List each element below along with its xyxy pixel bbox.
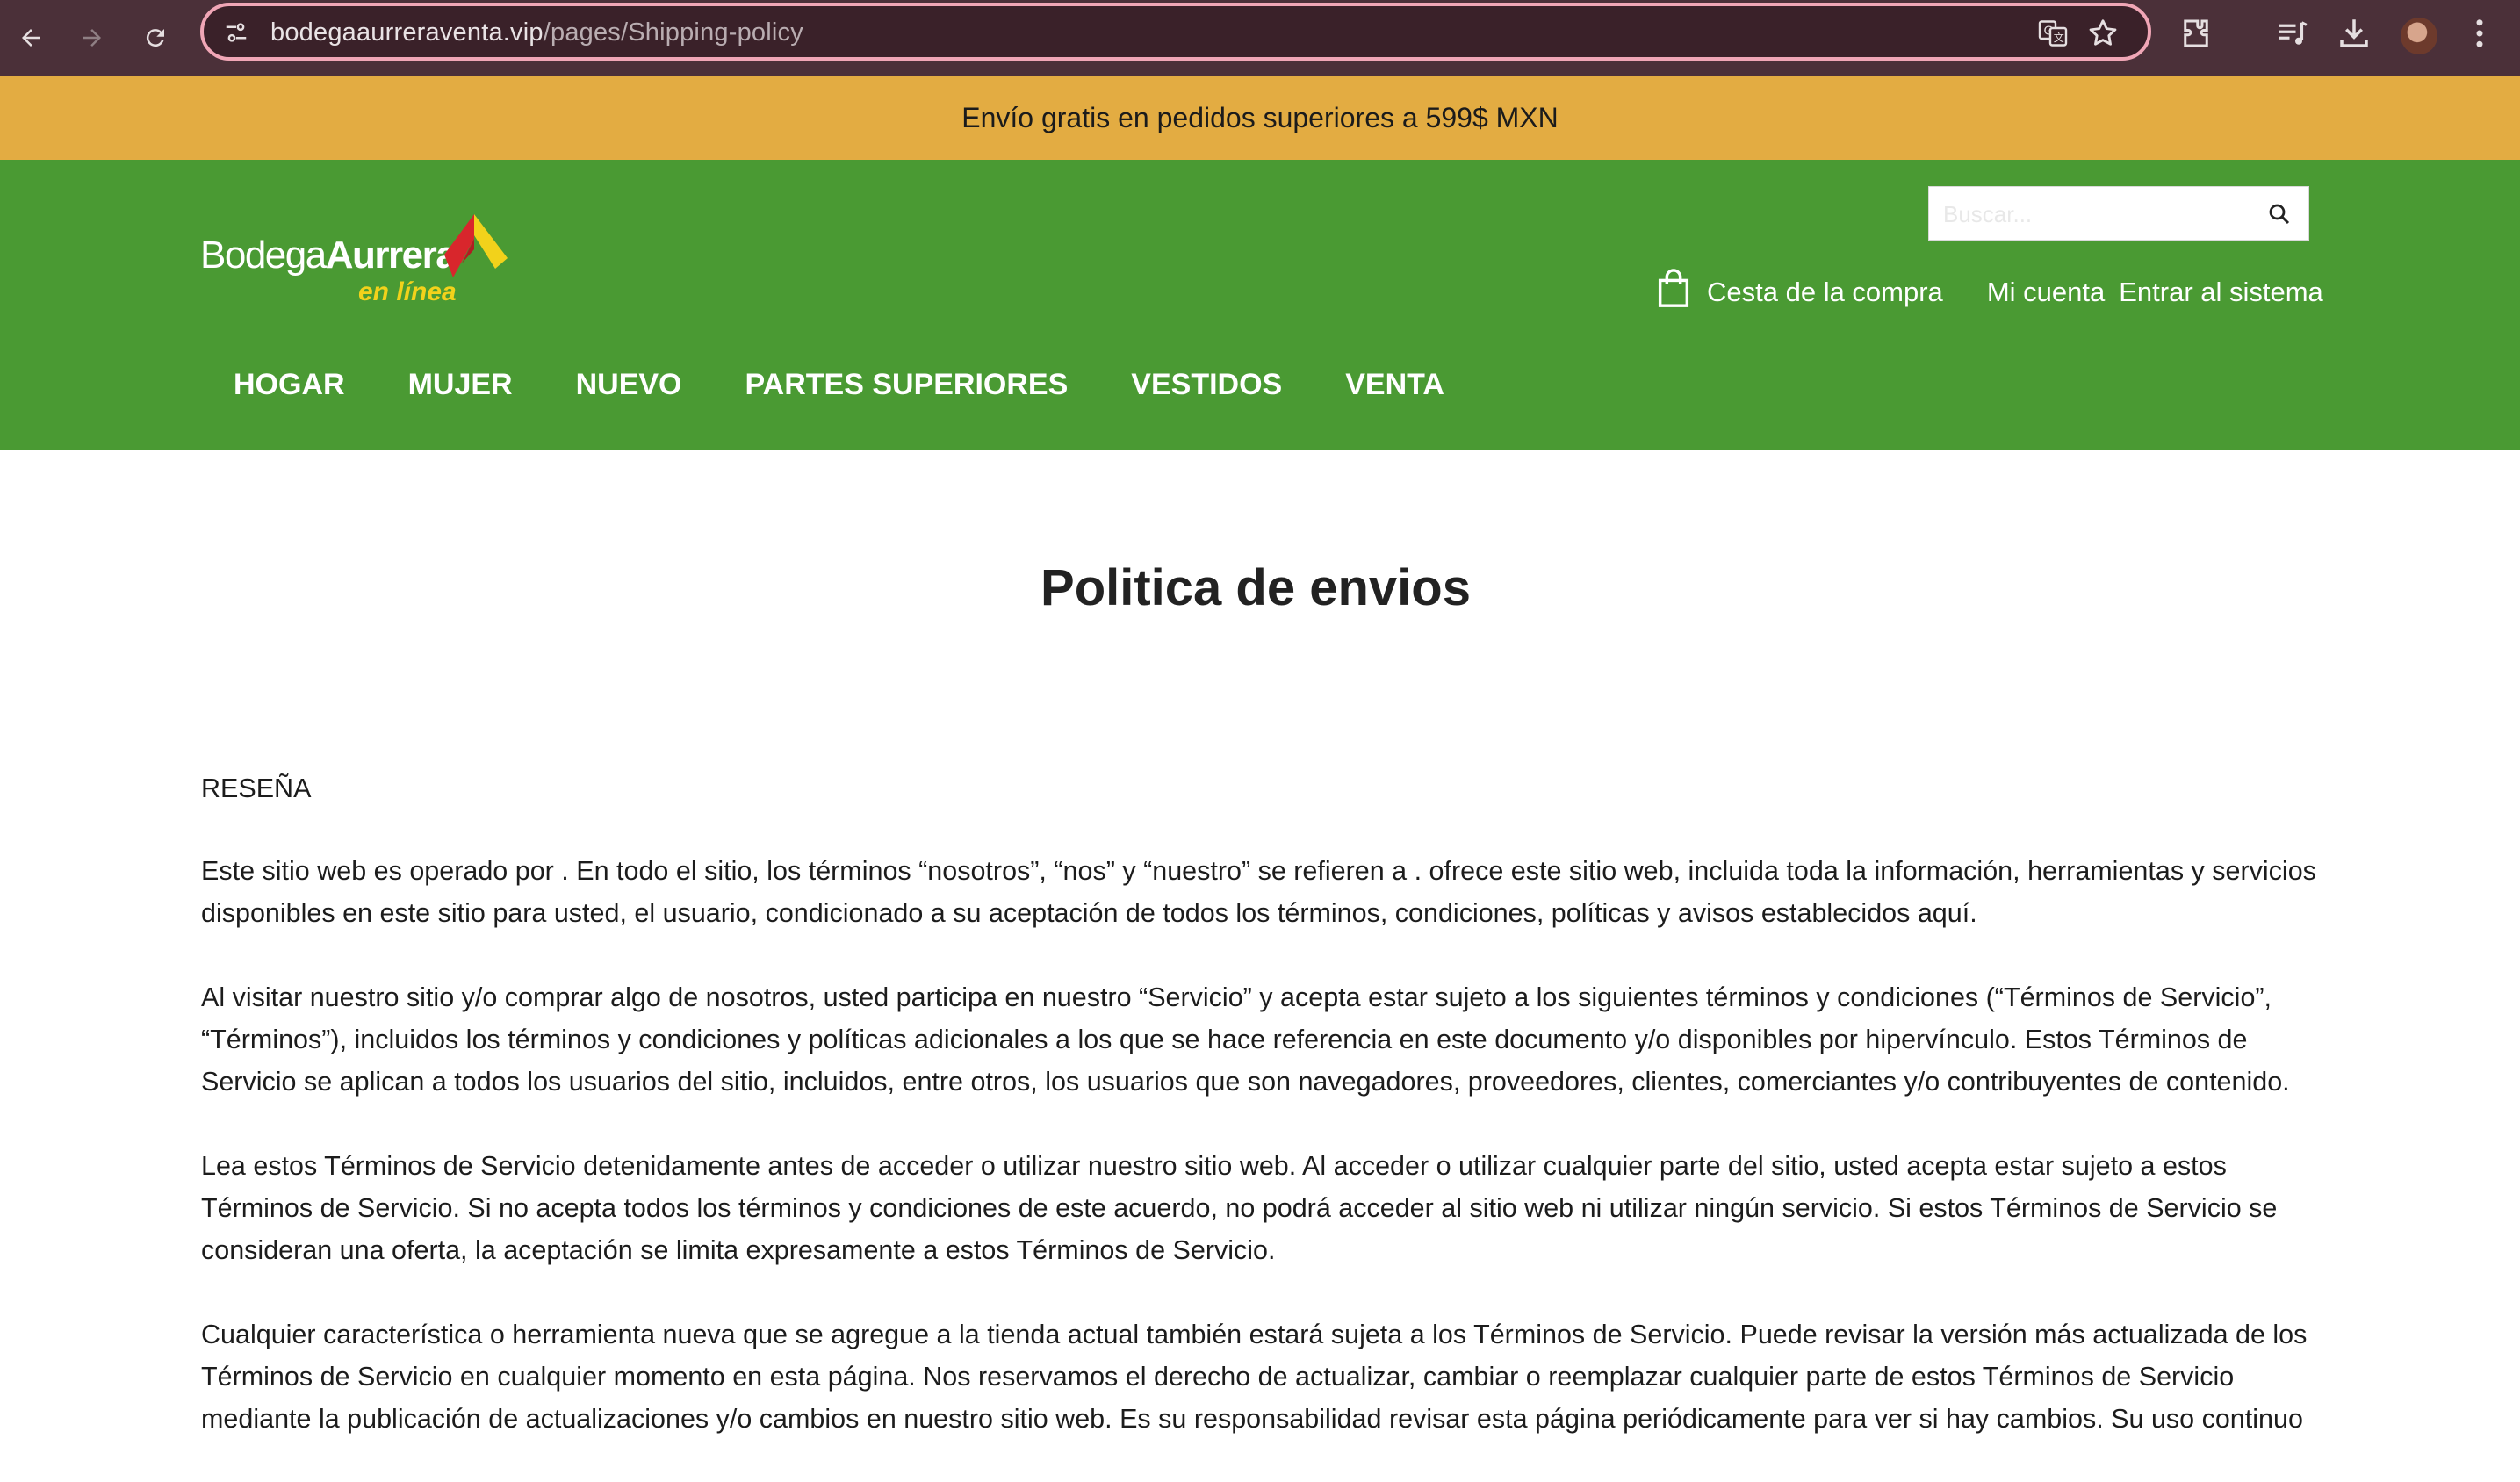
policy-paragraph: Este sitio web es operado por . En todo … — [201, 856, 2316, 928]
page-title: Politica de envios — [1040, 559, 1471, 616]
forward-arrow-icon[interactable] — [68, 14, 116, 61]
main-nav: HOGAR MUJER NUEVO PARTES SUPERIORES VEST… — [200, 363, 1476, 406]
url-domain: bodegaaurreraventa.vip — [270, 18, 544, 47]
url-text[interactable]: bodegaaurreraventa.vip/pages/Shipping-po… — [270, 18, 803, 47]
account-links: Cesta de la compra Mi cuenta Entrar al s… — [1656, 269, 2323, 316]
download-icon[interactable] — [2336, 15, 2372, 52]
address-bar[interactable]: bodegaaurreraventa.vip/pages/Shipping-po… — [200, 3, 2151, 61]
my-account-link[interactable]: Mi cuenta — [1987, 277, 2105, 308]
nav-item-nuevo[interactable]: NUEVO — [544, 368, 714, 402]
translate-icon[interactable]: G文 — [2037, 18, 2069, 49]
site-header: BodegaAurrera en línea Cesta de la compr… — [0, 160, 2520, 450]
url-path: /pages/Shipping-policy — [543, 18, 803, 47]
logo-tagline: en línea — [358, 277, 457, 306]
media-playlist-icon[interactable] — [2274, 15, 2311, 52]
star-icon[interactable] — [2086, 17, 2120, 50]
nav-item-venta[interactable]: VENTA — [1314, 368, 1476, 402]
nav-item-vestidos[interactable]: VESTIDOS — [1099, 368, 1314, 402]
search-icon[interactable] — [2266, 201, 2293, 232]
site-logo[interactable]: BodegaAurrera en línea — [200, 214, 516, 306]
cart-link[interactable]: Cesta de la compra — [1707, 277, 1943, 308]
nav-item-mujer[interactable]: MUJER — [377, 368, 544, 402]
extensions-icon[interactable] — [2178, 15, 2214, 52]
logo-mark-icon — [444, 214, 508, 277]
back-arrow-icon[interactable] — [7, 14, 54, 61]
policy-content: RESEÑA Este sitio web es operado por . E… — [201, 767, 2317, 1482]
section-heading: RESEÑA — [201, 773, 312, 803]
shopping-bag-icon[interactable] — [1656, 269, 1691, 316]
promo-text: Envío gratis en pedidos superiores a 599… — [961, 101, 1559, 133]
svg-text:文: 文 — [2054, 31, 2064, 44]
search-input[interactable] — [1941, 198, 2243, 231]
policy-paragraph: Lea estos Términos de Servicio detenidam… — [201, 1151, 2278, 1265]
site-settings-icon[interactable] — [223, 19, 249, 46]
nav-item-partes-superiores[interactable]: PARTES SUPERIORES — [714, 368, 1100, 402]
policy-paragraph: Al visitar nuestro sitio y/o comprar alg… — [201, 982, 2290, 1097]
login-link[interactable]: Entrar al sistema — [2119, 277, 2323, 308]
logo-wordmark: BodegaAurrera — [200, 234, 457, 277]
kebab-menu-icon[interactable] — [2469, 15, 2490, 52]
nav-item-hogar[interactable]: HOGAR — [200, 368, 377, 402]
reload-icon[interactable] — [132, 14, 179, 61]
browser-toolbar: bodegaaurreraventa.vip/pages/Shipping-po… — [0, 0, 2520, 76]
promo-bar: Envío gratis en pedidos superiores a 599… — [0, 76, 2520, 160]
policy-paragraph: Cualquier característica o herramienta n… — [201, 1320, 2308, 1434]
search-box — [1928, 186, 2309, 241]
avatar[interactable] — [2401, 18, 2437, 54]
